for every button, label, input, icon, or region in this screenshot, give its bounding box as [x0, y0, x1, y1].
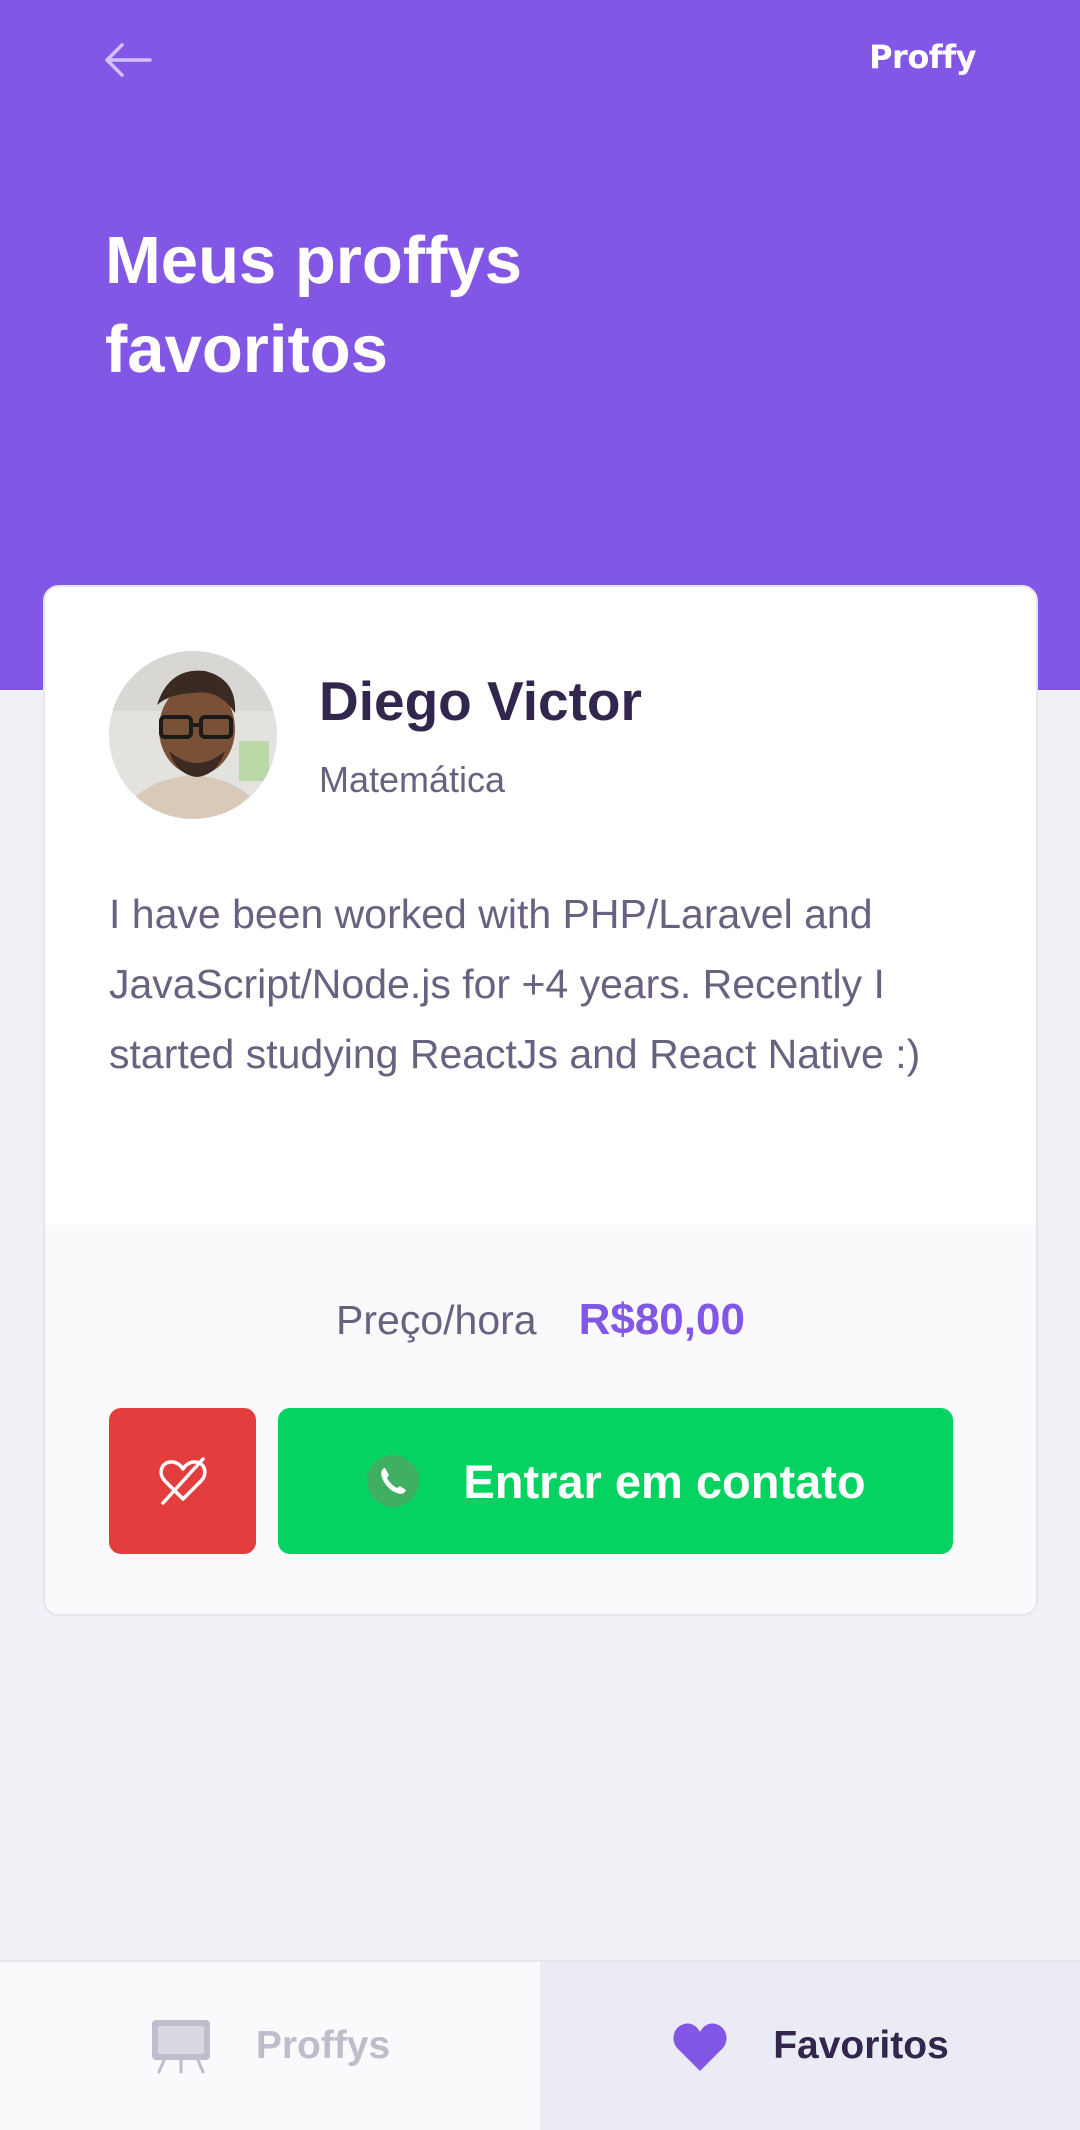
teacher-card: Diego Victor Matemática I have been work…	[43, 585, 1038, 1616]
heart-icon	[673, 2023, 727, 2071]
app-logo: Proffy	[869, 38, 976, 76]
heart-outline-icon	[158, 1457, 207, 1505]
avatar	[109, 651, 277, 819]
easel-icon	[151, 2020, 210, 2074]
tab-bar: Proffys Favoritos	[0, 1960, 1080, 2130]
arrow-left-icon	[105, 43, 152, 77]
unfavorite-button[interactable]	[109, 1408, 256, 1554]
price-label: Preço/hora	[336, 1296, 537, 1343]
tab-proffys-label: Proffys	[255, 2024, 391, 2067]
card-footer: Preço/hora R$80,00 Entrar em contato	[45, 1225, 1036, 1614]
contact-button[interactable]: Entrar em contato	[278, 1408, 953, 1554]
price-value: R$80,00	[578, 1295, 745, 1344]
teacher-bio: I have been worked with PHP/Laravel and …	[109, 891, 921, 1077]
tab-favoritos-label: Favoritos	[773, 2024, 949, 2067]
teacher-name: Diego Victor	[319, 670, 642, 732]
contact-label: Entrar em contato	[463, 1454, 866, 1508]
tab-favoritos[interactable]: Favoritos	[540, 1962, 1080, 2130]
tab-proffys[interactable]: Proffys	[0, 1962, 540, 2130]
teacher-subject: Matemática	[319, 759, 506, 800]
price-row: Preço/hora R$80,00	[45, 1295, 1036, 1345]
page-title: Meus proffys favoritos	[105, 223, 522, 387]
whatsapp-icon	[367, 1455, 420, 1507]
back-button[interactable]	[100, 38, 156, 82]
